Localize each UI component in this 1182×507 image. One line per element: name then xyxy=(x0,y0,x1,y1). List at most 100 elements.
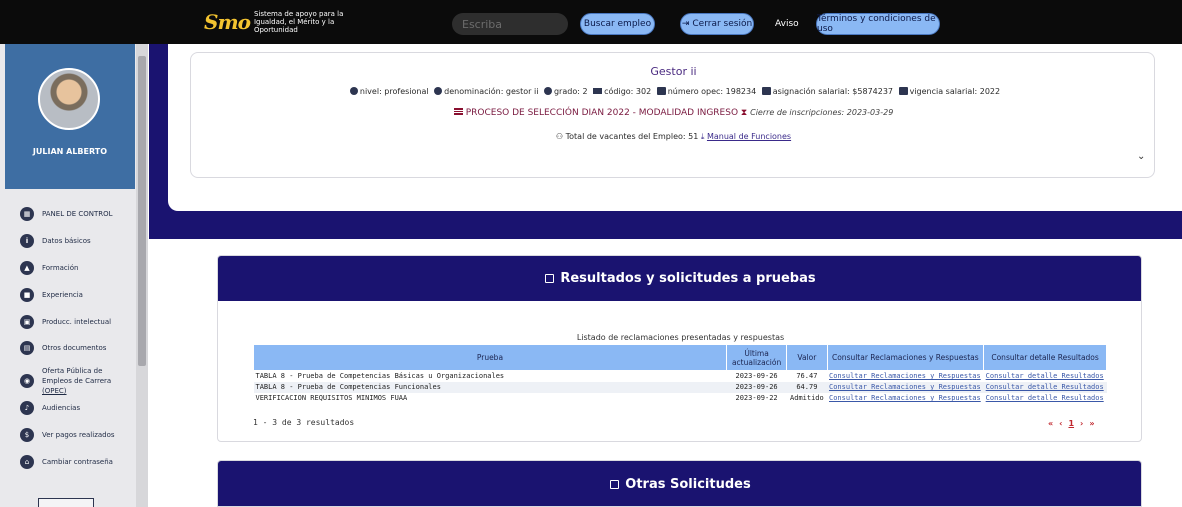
cerrar-sesion-label: Cerrar sesión xyxy=(692,19,753,29)
logo-text: Sistema de apoyo para la Igualdad, el Mé… xyxy=(253,10,344,34)
cell-valor: 64.79 xyxy=(786,381,827,393)
cell-detalle: Consultar detalle Resultados xyxy=(983,381,1107,393)
sidebar-item-label: Oferta Pública de Empleos de Carrera (OP… xyxy=(42,366,134,396)
table-row: VERIFICACION REQUISITOS MINIMOS FUAA 202… xyxy=(254,393,1107,404)
col-prueba: Prueba xyxy=(253,344,727,371)
sidebar-item-experiencia[interactable]: ■ Experiencia xyxy=(20,288,83,302)
money-icon xyxy=(761,87,771,95)
manual-funciones-link[interactable]: Manual de Funciones xyxy=(707,132,791,141)
job-card: Gestor ii nivel: profesional denominació… xyxy=(190,52,1155,178)
sidebar-item-label: Ver pagos realizados xyxy=(42,431,115,439)
top-navbar: Smo Sistema de apoyo para la Igualdad, e… xyxy=(0,0,1182,44)
consultar-reclamaciones-link[interactable]: Consultar Reclamaciones y Respuestas xyxy=(829,383,981,391)
consultar-reclamaciones-link[interactable]: Consultar Reclamaciones y Respuestas xyxy=(829,394,981,402)
first-page-button[interactable]: « xyxy=(1048,419,1053,428)
calendar-check-icon xyxy=(610,480,620,489)
consultar-reclamaciones-link[interactable]: Consultar Reclamaciones y Respuestas xyxy=(829,372,981,380)
results-panel-header: Resultados y solicitudes a pruebas xyxy=(218,256,1141,301)
sidebar-item-label: Audiencias xyxy=(42,404,81,412)
people-icon: ⚇ xyxy=(555,132,564,141)
col-valor: Valor xyxy=(786,344,828,371)
opec-link[interactable]: (OPEC) xyxy=(42,387,67,395)
nivel-text: nivel: profesional xyxy=(359,87,429,96)
scrollbar-thumb[interactable] xyxy=(138,56,146,366)
user-name: JULIAN ALBERTO xyxy=(32,147,108,156)
avatar xyxy=(38,68,100,130)
cerrar-sesion-button[interactable]: ⇥ Cerrar sesión xyxy=(680,13,754,35)
sidebar-item-panel-control[interactable]: ▦ PANEL DE CONTROL xyxy=(20,207,113,221)
proceso-line: PROCESO DE SELECCIÓN DIAN 2022 - MODALID… xyxy=(191,108,1156,118)
otras-solicitudes-title: Otras Solicitudes xyxy=(625,477,751,492)
profile-card: JULIAN ALBERTO xyxy=(5,44,135,189)
sidebar-item-label: Datos básicos xyxy=(42,237,91,245)
sidebar-item-label: Experiencia xyxy=(42,291,83,299)
col-consultar: Consultar Reclamaciones y Respuestas xyxy=(826,344,985,371)
calendar-check-icon xyxy=(545,274,555,283)
vacantes-text: Total de vacantes del Empleo: 51 xyxy=(565,132,699,141)
cell-consultar: Consultar Reclamaciones y Respuestas xyxy=(827,371,984,382)
sidebar-item-pagos[interactable]: $ Ver pagos realizados xyxy=(20,428,115,442)
table-header-row: Prueba Última actualización Valor Consul… xyxy=(253,344,1107,371)
briefcase-icon: ■ xyxy=(20,288,34,302)
aviso-link[interactable]: Aviso xyxy=(775,19,799,29)
chevron-down-icon[interactable]: ⌄ xyxy=(1137,151,1145,162)
sidebar-item-cambiar-contrasena[interactable]: ⌂ Cambiar contraseña xyxy=(20,455,113,469)
cell-valor: Admitido xyxy=(790,394,824,402)
prev-page-button[interactable]: ‹ xyxy=(1059,419,1062,428)
asignacion-text: asignación salarial: $5874237 xyxy=(772,87,894,96)
vacantes-line: ⚇ Total de vacantes del Empleo: 51 ⤓ Man… xyxy=(191,132,1156,142)
col-ultima-actualizacion: Última actualización xyxy=(725,344,788,371)
sidebar-item-label: Formación xyxy=(42,264,79,272)
logout-icon: ⇥ xyxy=(681,19,690,29)
results-panel: Resultados y solicitudes a pruebas Lista… xyxy=(217,255,1142,442)
col-detalle: Consultar detalle Resultados xyxy=(983,344,1107,371)
cell-detalle: Consultar detalle Resultados xyxy=(984,393,1107,404)
consultar-detalle-link[interactable]: Consultar detalle Resultados xyxy=(986,372,1104,380)
logo-mark: Smo xyxy=(204,10,251,34)
sidebar-item-label: Cambiar contraseña xyxy=(42,458,113,466)
cell-fecha: 2023-09-22 xyxy=(735,394,778,402)
terminos-button[interactable]: Términos y condiciones de uso xyxy=(816,13,940,35)
buscar-empleo-button[interactable]: Buscar empleo xyxy=(580,13,655,35)
cell-consultar: Consultar Reclamaciones y Respuestas xyxy=(827,381,984,393)
table-row: TABLA 8 - Prueba de Competencias Funcion… xyxy=(253,381,1107,393)
sidebar-bottom-button[interactable] xyxy=(38,498,94,507)
sidebar-item-opec[interactable]: ◉ Oferta Pública de Empleos de Carrera (… xyxy=(20,366,134,396)
audience-icon: ♪ xyxy=(20,401,34,415)
sidebar-item-datos-basicos[interactable]: ⅱ Datos básicos xyxy=(20,234,91,248)
sidebar-scrollbar[interactable] xyxy=(136,44,148,507)
cell-prueba: TABLA 8 - Prueba de Competencias Funcion… xyxy=(253,381,727,393)
consultar-detalle-link[interactable]: Consultar detalle Resultados xyxy=(986,394,1104,402)
cell-prueba: TABLA 8 - Prueba de Competencias Básicas… xyxy=(255,372,505,381)
cell-valor: 76.47 xyxy=(796,372,818,381)
calendar-icon xyxy=(898,87,908,95)
last-page-button[interactable]: » xyxy=(1089,419,1094,428)
people-icon: ⅱ xyxy=(20,234,34,248)
sidebar-item-label: Producc. intelectual xyxy=(42,318,112,326)
otras-solicitudes-panel: Otras Solicitudes xyxy=(217,460,1142,507)
cierre-text: Cierre de inscripciones: 2023-03-29 xyxy=(750,108,894,117)
list-icon xyxy=(453,108,463,115)
sidebar-item-produccion[interactable]: ▣ Producc. intelectual xyxy=(20,315,111,329)
search-input[interactable] xyxy=(452,13,568,35)
number-icon xyxy=(656,87,666,95)
dollar-icon: $ xyxy=(20,428,34,442)
book-icon: ▣ xyxy=(20,315,34,329)
denominacion-text: denominación: gestor ii xyxy=(444,87,539,96)
document-icon: ▤ xyxy=(20,341,34,355)
consultar-detalle-link[interactable]: Consultar detalle Resultados xyxy=(986,383,1104,391)
site-logo[interactable]: Smo Sistema de apoyo para la Igualdad, e… xyxy=(204,10,374,34)
vigencia-text: vigencia salarial: 2022 xyxy=(909,87,1001,96)
sidebar-item-formacion[interactable]: ▲ Formación xyxy=(20,261,78,275)
sidebar-item-label: PANEL DE CONTROL xyxy=(42,210,113,218)
otras-solicitudes-header: Otras Solicitudes xyxy=(218,461,1141,506)
cell-fecha: 2023-09-26 xyxy=(726,381,787,393)
sidebar-item-audiencias[interactable]: ♪ Audiencias xyxy=(20,401,80,415)
hourglass-icon: ⧗ xyxy=(740,108,751,118)
next-page-button[interactable]: › xyxy=(1080,419,1083,428)
pagination: « ‹ 1 › » xyxy=(1048,419,1095,428)
page-number[interactable]: 1 xyxy=(1068,419,1074,428)
sidebar-item-otros-documentos[interactable]: ▤ Otros documentos xyxy=(20,341,106,355)
cell-detalle: Consultar detalle Resultados xyxy=(984,371,1107,382)
opec-label: Oferta Pública de Empleos de Carrera xyxy=(42,367,112,385)
